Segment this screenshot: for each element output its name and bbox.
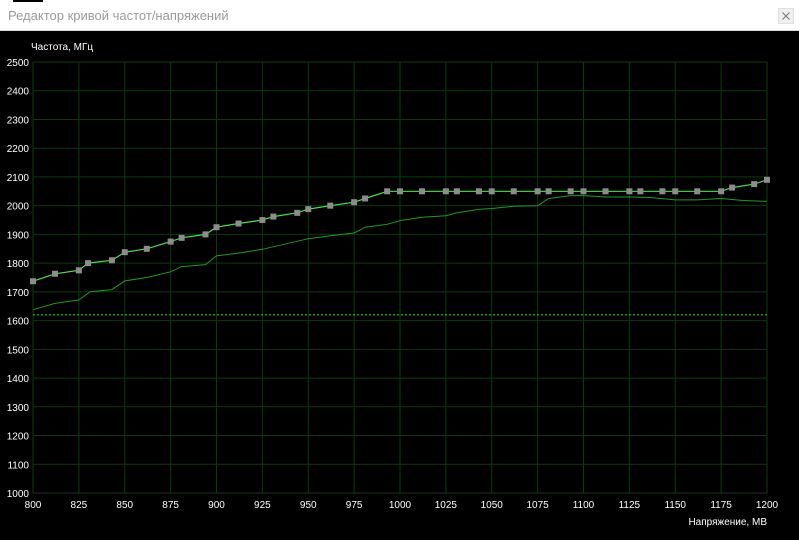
vf-curve-point[interactable] (659, 188, 666, 195)
x-tick-label: 1125 (619, 500, 641, 511)
vf-curve-point[interactable] (167, 238, 174, 245)
vf-curve-point[interactable] (178, 234, 185, 241)
window-title: Редактор кривой частот/напряжений (8, 8, 229, 23)
y-axis-label: Частота, МГц (31, 42, 93, 53)
y-tick-label: 2200 (7, 144, 30, 155)
y-tick-label: 1900 (7, 230, 30, 241)
vf-curve-point[interactable] (52, 270, 59, 277)
vf-curve-point[interactable] (545, 188, 552, 195)
x-tick-label: 800 (25, 500, 42, 511)
close-button[interactable] (778, 8, 794, 24)
y-tick-label: 1400 (7, 374, 30, 385)
y-tick-label: 1000 (7, 489, 30, 500)
vf-curve-point[interactable] (453, 188, 460, 195)
vf-curve-point[interactable] (85, 260, 92, 267)
chart-canvas[interactable]: 800 825 850 875 900 925 950 975 1000 1025 1050 1075… (0, 31, 799, 535)
vf-curve-point[interactable] (751, 181, 758, 188)
x-tick-label: 900 (208, 500, 225, 511)
vf-curve-point[interactable] (694, 188, 701, 195)
vf-curve-chart[interactable]: 800 825 850 875 900 925 950 975 1000 1025 1050 1075… (0, 31, 799, 535)
vf-curve-point[interactable] (235, 220, 242, 227)
close-icon (782, 12, 790, 20)
vf-curve-point[interactable] (30, 278, 36, 285)
vf-curve-point[interactable] (637, 188, 644, 195)
vf-curve-point[interactable] (419, 188, 426, 195)
vf-curve-point[interactable] (510, 188, 517, 195)
vf-curve-point[interactable] (143, 245, 150, 252)
x-tick-label: 1100 (573, 500, 595, 511)
vf-curve-point[interactable] (602, 188, 609, 195)
y-tick-label: 1200 (7, 432, 30, 443)
y-tick-label: 2500 (7, 58, 30, 69)
y-tick-label: 1300 (7, 403, 30, 414)
x-tick-label: 950 (300, 500, 317, 511)
vf-curve-point[interactable] (397, 188, 403, 195)
x-tick-label: 850 (116, 500, 133, 511)
vf-curve-point[interactable] (351, 199, 358, 206)
x-tick-label: 1150 (664, 500, 686, 511)
x-tick-label: 1000 (389, 500, 412, 511)
vf-curve-point[interactable] (626, 188, 633, 195)
vf-curve-point[interactable] (259, 217, 266, 224)
vf-curve-point[interactable] (362, 195, 369, 202)
vf-curve-point[interactable] (534, 188, 541, 195)
vf-curve-point[interactable] (729, 184, 736, 191)
y-tick-label: 1100 (7, 460, 29, 471)
y-tick-label: 1800 (7, 259, 30, 270)
x-tick-label: 825 (71, 500, 88, 511)
x-tick-label: 1025 (435, 500, 458, 511)
y-tick-label: 2400 (7, 87, 30, 98)
vf-curve-point[interactable] (213, 224, 220, 231)
x-axis-label: Напряжение, МВ (688, 517, 767, 528)
x-tick-label: 1175 (710, 500, 732, 511)
vf-curve-point[interactable] (327, 202, 334, 209)
vf-curve-point[interactable] (384, 188, 391, 195)
titlebar-accent (13, 0, 43, 2)
vf-curve-point[interactable] (442, 188, 449, 195)
vf-curve-point[interactable] (580, 188, 587, 195)
y-tick-label: 1700 (7, 288, 30, 299)
x-axis-ticks: 800 825 850 875 900 925 950 975 1000 1025 1050 1075… (25, 500, 779, 511)
vf-curve-point[interactable] (202, 231, 209, 238)
vf-curve-point[interactable] (718, 188, 725, 195)
vf-curve-point[interactable] (475, 188, 482, 195)
x-tick-label: 1200 (756, 500, 779, 511)
x-tick-label: 925 (254, 500, 271, 511)
vf-curve-point[interactable] (75, 267, 82, 274)
x-tick-label: 1050 (481, 500, 504, 511)
vf-curve-point[interactable] (121, 249, 128, 256)
vf-curve-point[interactable] (672, 188, 679, 195)
x-tick-label: 1075 (527, 500, 550, 511)
vf-curve-point[interactable] (764, 176, 770, 183)
vf-curve-point[interactable] (108, 257, 115, 264)
grid (32, 61, 768, 494)
vf-curve-point[interactable] (294, 209, 301, 216)
y-tick-label: 2000 (7, 202, 30, 213)
vf-curve-point[interactable] (567, 188, 574, 195)
y-tick-label: 2100 (7, 173, 30, 184)
y-tick-label: 2300 (7, 115, 30, 126)
vf-curve-point[interactable] (270, 213, 277, 220)
y-tick-label: 1600 (7, 317, 30, 328)
vf-curve-point[interactable] (488, 188, 495, 195)
window-titlebar: Редактор кривой частот/напряжений (0, 0, 799, 31)
x-tick-label: 875 (162, 500, 179, 511)
y-tick-label: 1500 (7, 345, 30, 356)
vf-curve-point[interactable] (305, 206, 312, 213)
y-axis-ticks: 1000 1100 1200 1300 1400 1500 1600 1700 1800 1900… (7, 58, 30, 500)
x-tick-label: 975 (346, 500, 363, 511)
